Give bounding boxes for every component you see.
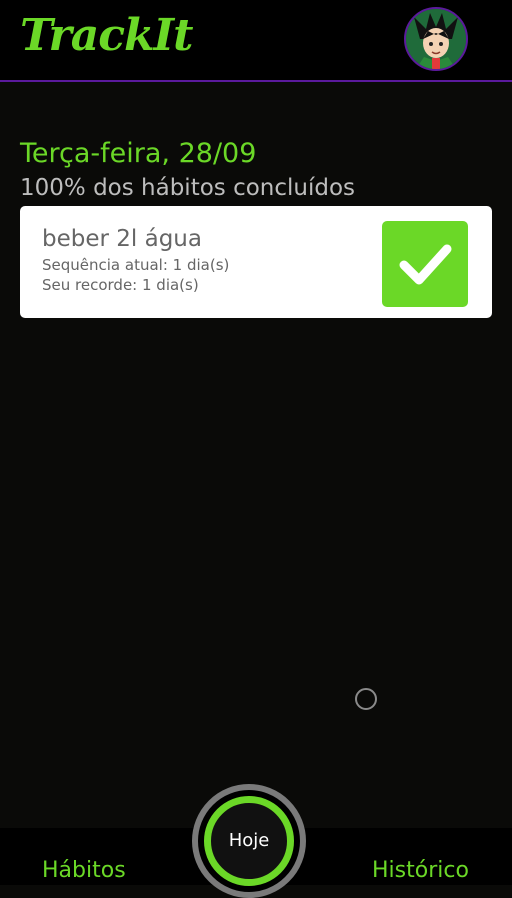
nav-habits-link[interactable]: Hábitos <box>42 858 126 883</box>
habit-check-button[interactable] <box>382 221 468 307</box>
today-button[interactable]: Hoje <box>204 796 294 886</box>
check-icon <box>399 244 452 285</box>
user-avatar[interactable] <box>404 7 468 71</box>
loading-indicator <box>355 688 377 710</box>
nav-history-link[interactable]: Histórico <box>372 858 469 883</box>
progress-text: 100% dos hábitos concluídos <box>20 175 356 201</box>
avatar-image <box>406 9 466 69</box>
top-bar: TrackIt <box>0 0 512 82</box>
habit-record: Seu recorde: 1 dia(s) <box>42 276 199 294</box>
habit-card: beber 2l água Sequência atual: 1 dia(s) … <box>20 206 492 318</box>
today-button-label: Hoje <box>228 830 270 851</box>
date-title: Terça-feira, 28/09 <box>20 138 257 169</box>
habit-name: beber 2l água <box>42 226 202 252</box>
habit-current-streak: Sequência atual: 1 dia(s) <box>42 256 230 274</box>
app-logo: TrackIt <box>20 10 193 61</box>
